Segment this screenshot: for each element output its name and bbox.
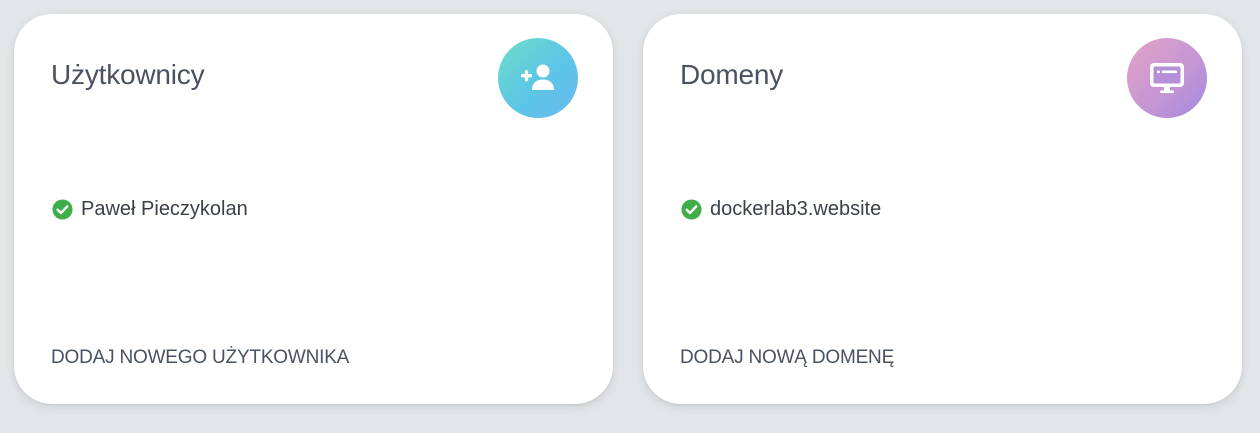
add-user-icon xyxy=(521,64,554,90)
check-circle-icon xyxy=(52,198,73,220)
users-card-title: Użytkownicy xyxy=(51,59,205,90)
list-item[interactable]: dockerlab3.website xyxy=(681,197,881,221)
monitor-icon xyxy=(1150,63,1184,94)
domains-card-title: Domeny xyxy=(680,59,784,90)
add-user-link[interactable]: DODAJ NOWEGO UŻYTKOWNIKA xyxy=(51,347,349,369)
users-card: Użytkownicy Paweł Pieczykolan DODAJ NOWE… xyxy=(14,14,613,404)
user-name: Paweł Pieczykolan xyxy=(81,198,248,220)
domains-action-button[interactable] xyxy=(1127,38,1207,118)
add-domain-link[interactable]: DODAJ NOWĄ DOMENĘ xyxy=(680,347,894,369)
domain-name: dockerlab3.website xyxy=(710,198,882,220)
list-item[interactable]: Paweł Pieczykolan xyxy=(52,197,248,221)
domains-card: Domeny dockerlab3.website DODAJ NOWĄ DOM… xyxy=(643,14,1242,404)
check-circle-icon xyxy=(681,198,702,220)
add-user-button[interactable] xyxy=(498,38,578,118)
